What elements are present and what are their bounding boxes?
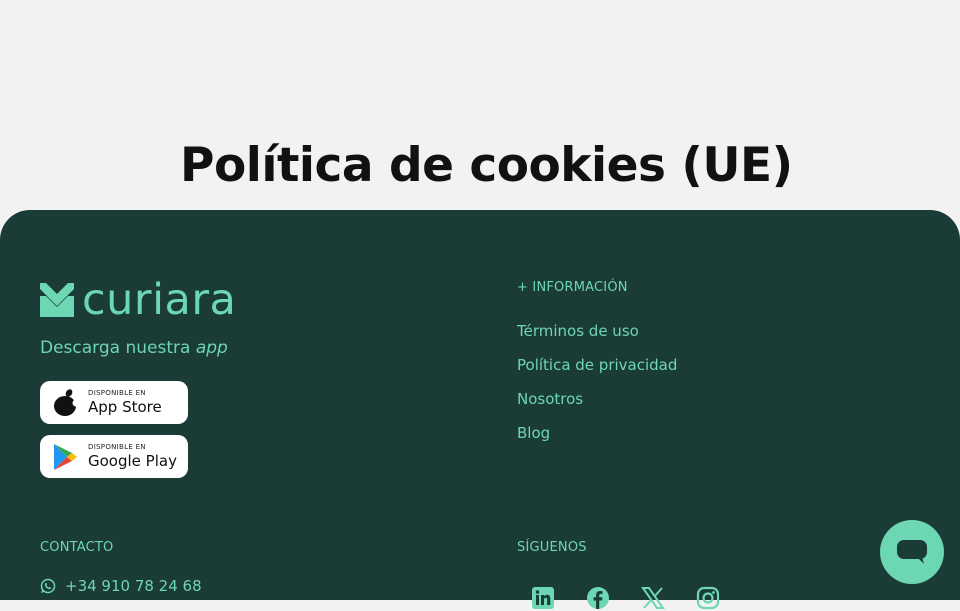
info-heading: + INFORMACIÓN: [517, 280, 628, 295]
link-terms[interactable]: Términos de uso: [517, 322, 677, 356]
phone-link[interactable]: +34 910 78 24 68: [40, 577, 202, 595]
chat-widget-button[interactable]: [880, 520, 944, 584]
google-play-label: Google Play: [88, 452, 177, 470]
info-links: Términos de uso Política de privacidad N…: [517, 322, 677, 458]
page-title: Política de cookies (UE): [180, 138, 793, 193]
site-footer: curiara Descarga nuestra app DISPONIBLE …: [0, 210, 960, 610]
whatsapp-icon: [40, 578, 56, 594]
download-tagline: Descarga nuestra app: [40, 338, 228, 358]
download-emphasis: app: [195, 338, 228, 358]
link-blog[interactable]: Blog: [517, 424, 677, 458]
contact-heading: CONTACTO: [40, 540, 114, 555]
download-prefix: Descarga nuestra: [40, 338, 196, 358]
brand-name: curiara: [82, 275, 237, 325]
google-play-small-label: DISPONIBLE EN: [88, 443, 146, 451]
instagram-icon[interactable]: [695, 585, 721, 611]
curiara-logo[interactable]: curiara: [40, 275, 237, 325]
x-icon[interactable]: [640, 585, 666, 611]
phone-number: +34 910 78 24 68: [65, 577, 202, 595]
app-store-small-label: DISPONIBLE EN: [88, 389, 146, 397]
google-play-button[interactable]: DISPONIBLE EN Google Play: [40, 435, 188, 478]
follow-heading: SÍGUENOS: [517, 540, 587, 555]
link-privacy[interactable]: Política de privacidad: [517, 356, 677, 390]
app-store-label: App Store: [88, 398, 162, 416]
google-play-icon: [54, 443, 77, 470]
logo-chevron-icon: [40, 283, 74, 317]
app-store-button[interactable]: DISPONIBLE EN App Store: [40, 381, 188, 424]
apple-icon: [54, 388, 78, 416]
linkedin-icon[interactable]: [530, 585, 556, 611]
facebook-icon[interactable]: [585, 585, 611, 611]
chat-icon: [897, 540, 927, 564]
link-about[interactable]: Nosotros: [517, 390, 677, 424]
social-links: [530, 585, 750, 611]
